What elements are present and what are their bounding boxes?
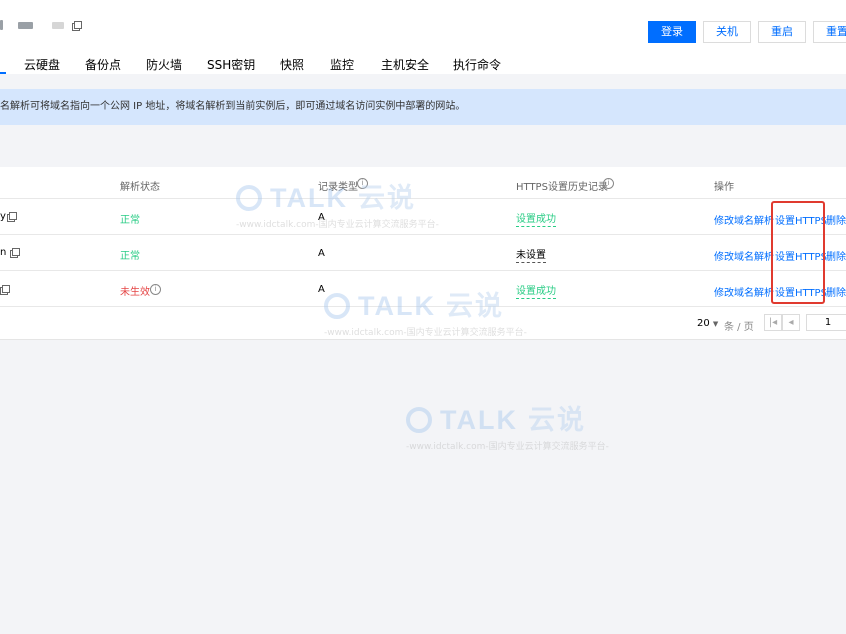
tab-firewall[interactable]: 防火墙 xyxy=(146,56,182,73)
row-status: 未生效 xyxy=(120,287,150,298)
info-notice: 名解析可将域名指向一个公网 IP 地址，将域名解析到当前实例后，即可通过域名访问… xyxy=(0,89,846,125)
copy-icon[interactable] xyxy=(0,285,10,295)
tab-host-security[interactable]: 主机安全 xyxy=(381,56,429,73)
row-divider xyxy=(0,270,846,271)
row-record-type: A xyxy=(318,248,325,259)
login-button[interactable]: 登录 xyxy=(648,21,696,43)
info-icon[interactable]: i xyxy=(603,178,614,189)
edit-dns-link[interactable]: 修改域名解析 xyxy=(714,212,774,227)
tab-cloud-disk[interactable]: 云硬盘 xyxy=(24,56,60,73)
row-status: 正常 xyxy=(120,215,140,226)
copy-icon[interactable] xyxy=(10,248,20,258)
highlight-box xyxy=(771,201,825,304)
watermark-logo-icon xyxy=(406,407,432,433)
instance-name-redacted xyxy=(0,20,3,30)
row-https-status[interactable]: 设置成功 xyxy=(516,282,556,299)
col-header-actions: 操作 xyxy=(714,182,734,193)
row-https-status[interactable]: 设置成功 xyxy=(516,210,556,227)
page-number-input[interactable]: 1 xyxy=(806,314,846,331)
first-page-icon: |◂ xyxy=(768,317,778,328)
row-https-status[interactable]: 未设置 xyxy=(516,246,546,263)
copy-icon[interactable] xyxy=(7,212,17,222)
tab-ssh-key[interactable]: SSH密钥 xyxy=(207,56,255,73)
prev-page-button[interactable]: ◂ xyxy=(782,314,800,331)
row-domain: n xyxy=(0,247,7,258)
first-page-button[interactable]: |◂ xyxy=(764,314,782,331)
col-header-record-type: 记录类型 xyxy=(318,182,358,193)
page-size-unit: 条 / 页 xyxy=(724,322,754,333)
restart-button[interactable]: 重启 xyxy=(758,21,806,43)
instance-id-redacted xyxy=(18,22,33,29)
info-icon[interactable]: i xyxy=(357,178,368,189)
instance-extra-redacted xyxy=(52,22,64,29)
tab-run-command[interactable]: 执行命令 xyxy=(453,56,501,73)
row-domain: y xyxy=(0,211,6,222)
tab-snapshot[interactable]: 快照 xyxy=(280,56,304,73)
page-size-select[interactable]: 20 ▼ xyxy=(697,318,718,329)
row-status: 正常 xyxy=(120,251,140,262)
row-record-type: A xyxy=(318,284,325,295)
row-divider xyxy=(0,306,846,307)
reset-button[interactable]: 重置 xyxy=(813,21,846,43)
delete-link[interactable]: 删除 xyxy=(826,284,846,299)
delete-link[interactable]: 删除 xyxy=(826,212,846,227)
edit-dns-link[interactable]: 修改域名解析 xyxy=(714,284,774,299)
row-divider xyxy=(0,234,846,235)
copy-icon[interactable] xyxy=(72,21,82,31)
watermark: TALK 云说 -www.idctalk.com-国内专业云计算交流服务平台- xyxy=(406,398,609,452)
watermark-logo-cn: 云说 xyxy=(527,405,586,435)
col-header-status: 解析状态 xyxy=(120,182,160,193)
tab-monitoring[interactable]: 监控 xyxy=(330,56,354,73)
info-icon[interactable]: i xyxy=(150,284,161,295)
table-header-divider xyxy=(0,198,846,199)
row-record-type: A xyxy=(318,212,325,223)
chevron-down-icon: ▼ xyxy=(712,320,719,328)
page-size-value: 20 xyxy=(697,318,710,329)
watermark-subtitle: -www.idctalk.com-国内专业云计算交流服务平台- xyxy=(406,442,609,452)
col-header-https-history: HTTPS设置历史记录 xyxy=(516,182,608,193)
watermark-logo-text: TALK xyxy=(440,405,518,435)
shutdown-button[interactable]: 关机 xyxy=(703,21,751,43)
active-tab-indicator xyxy=(0,72,6,74)
prev-page-icon: ◂ xyxy=(788,317,794,328)
tab-backup[interactable]: 备份点 xyxy=(85,56,121,73)
delete-link[interactable]: 删除 xyxy=(826,248,846,263)
edit-dns-link[interactable]: 修改域名解析 xyxy=(714,248,774,263)
